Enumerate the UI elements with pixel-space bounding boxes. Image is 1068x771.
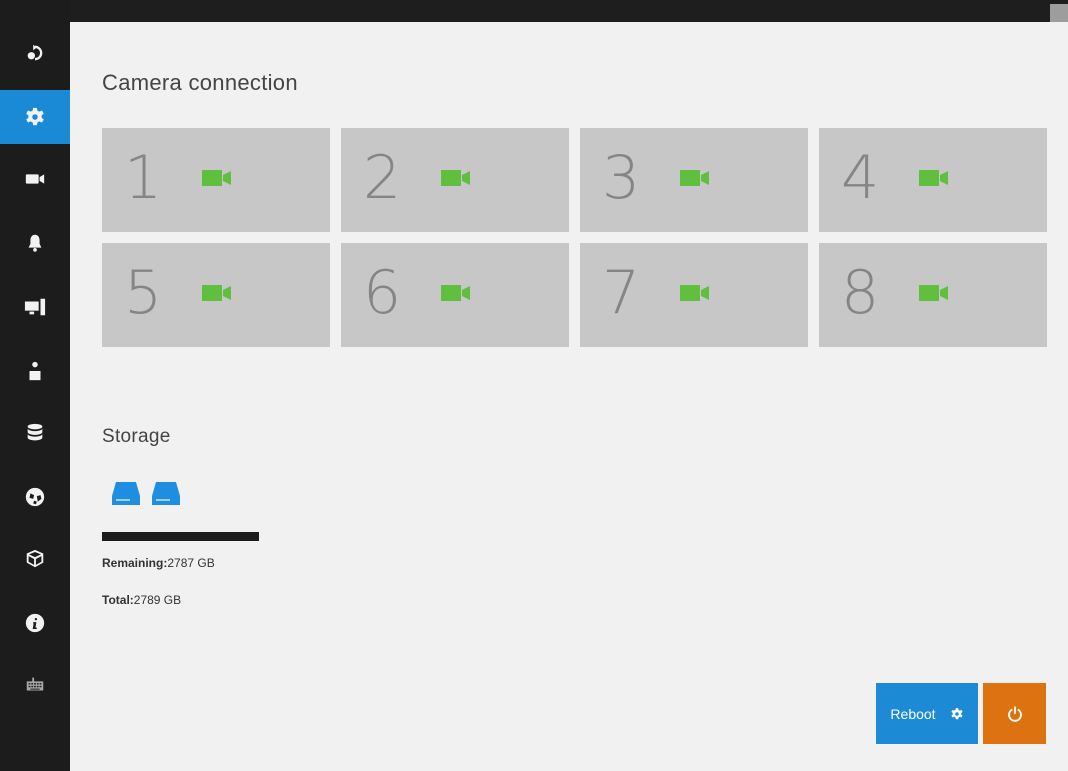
camera-number: 8	[841, 258, 880, 328]
camera-tile-8[interactable]: 8	[819, 243, 1047, 347]
camera-connected-icon	[202, 283, 232, 303]
camera-tile-5[interactable]: 5	[102, 243, 330, 347]
remaining-value: 2787 GB	[167, 556, 215, 570]
power-button[interactable]	[983, 683, 1046, 744]
reboot-button[interactable]: Reboot	[876, 683, 978, 744]
logout-icon	[27, 44, 43, 61]
database-icon	[27, 423, 43, 441]
sidebar-item-info[interactable]	[0, 596, 70, 650]
sidebar-item-network[interactable]	[0, 470, 70, 524]
camera-connected-icon	[441, 283, 471, 303]
top-bar	[0, 0, 1068, 22]
camera-grid: 1 2 3 4 5 6 7 8	[102, 128, 1047, 347]
camera-connection-title: Camera connection	[102, 70, 298, 95]
camera-tile-1[interactable]: 1	[102, 128, 330, 232]
camera-tile-4[interactable]: 4	[819, 128, 1047, 232]
reboot-label: Reboot	[890, 705, 936, 722]
camera-connected-icon	[680, 283, 710, 303]
sidebar-item-storage[interactable]	[0, 406, 70, 460]
camera-connected-icon	[919, 168, 949, 188]
camera-number: 3	[602, 143, 641, 213]
sidebar-item-package[interactable]	[0, 532, 70, 586]
power-icon	[1007, 705, 1022, 722]
camera-number: 1	[124, 143, 163, 213]
box-icon	[26, 549, 44, 568]
window-corner	[1050, 4, 1068, 22]
camera-connected-icon	[919, 283, 949, 303]
sidebar-item-settings[interactable]	[0, 90, 70, 144]
sidebar-item-user[interactable]	[0, 344, 70, 398]
main-content: Camera connection 1 2 3 4 5 6 7 8 Storag…	[70, 22, 1068, 771]
gear-icon	[950, 707, 963, 719]
camera-connected-icon	[441, 168, 471, 188]
total-label: Total:	[102, 593, 134, 607]
camera-tile-3[interactable]: 3	[580, 128, 808, 232]
camera-tile-7[interactable]: 7	[580, 243, 808, 347]
gear-icon	[26, 107, 44, 126]
sidebar-item-keyboard[interactable]	[0, 658, 70, 712]
computer-icon	[24, 298, 46, 316]
hard-disk-icon[interactable]	[150, 480, 182, 511]
total-value: 2789 GB	[133, 593, 182, 607]
camera-tile-6[interactable]: 6	[341, 243, 569, 347]
storage-usage-bar	[102, 532, 259, 541]
camera-number: 6	[363, 258, 402, 328]
sidebar-item-camera[interactable]	[0, 152, 70, 206]
camera-number: 5	[124, 258, 163, 328]
sidebar-item-alarm[interactable]	[0, 216, 70, 270]
disk-list	[110, 480, 182, 511]
storage-remaining: Remaining:2787 GB	[102, 556, 215, 570]
storage-total: Total:2789 GB	[102, 593, 181, 607]
user-icon	[29, 361, 41, 381]
camera-connected-icon	[202, 168, 232, 188]
video-camera-icon	[25, 174, 45, 184]
camera-number: 7	[602, 258, 641, 328]
remaining-label: Remaining:	[102, 556, 168, 570]
hard-disk-icon[interactable]	[110, 480, 142, 511]
bell-icon	[28, 234, 42, 252]
storage-title: Storage	[102, 426, 171, 447]
globe-icon	[25, 487, 45, 507]
sidebar-item-system[interactable]	[0, 280, 70, 334]
sidebar	[0, 0, 70, 771]
camera-number: 4	[841, 143, 880, 213]
keyboard-icon	[26, 677, 44, 691]
sidebar-item-logout[interactable]	[0, 26, 70, 80]
camera-number: 2	[363, 143, 402, 213]
info-icon	[25, 613, 45, 633]
camera-connected-icon	[680, 168, 710, 188]
camera-tile-2[interactable]: 2	[341, 128, 569, 232]
